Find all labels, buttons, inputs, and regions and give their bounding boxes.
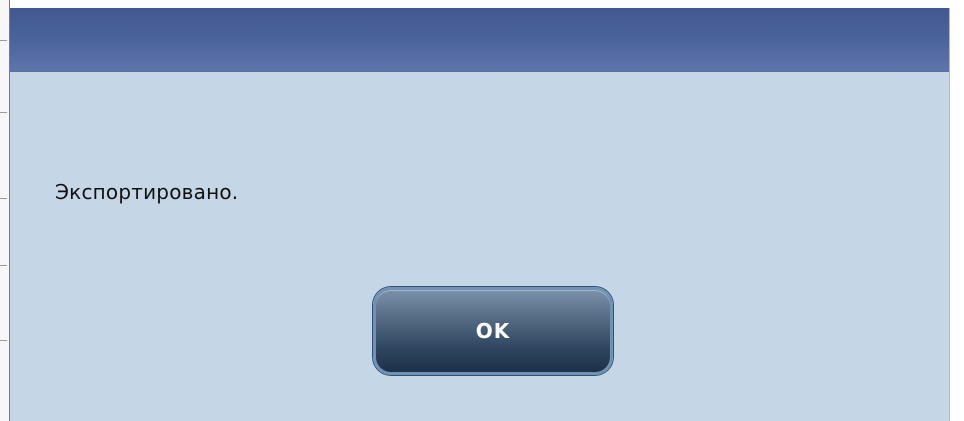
dialog-titlebar	[10, 8, 949, 72]
dialog-message: Экспортировано.	[55, 180, 239, 204]
edge-tick	[0, 340, 7, 341]
ok-button-label: OK	[475, 319, 511, 343]
left-window-edge	[0, 0, 10, 421]
edge-tick	[0, 40, 7, 41]
screen: Экспортировано. OK	[0, 0, 964, 421]
edge-tick	[0, 198, 7, 199]
edge-tick	[0, 265, 7, 266]
export-complete-dialog: Экспортировано. OK	[10, 8, 950, 421]
edge-tick	[0, 112, 7, 113]
ok-button[interactable]: OK	[373, 287, 613, 375]
